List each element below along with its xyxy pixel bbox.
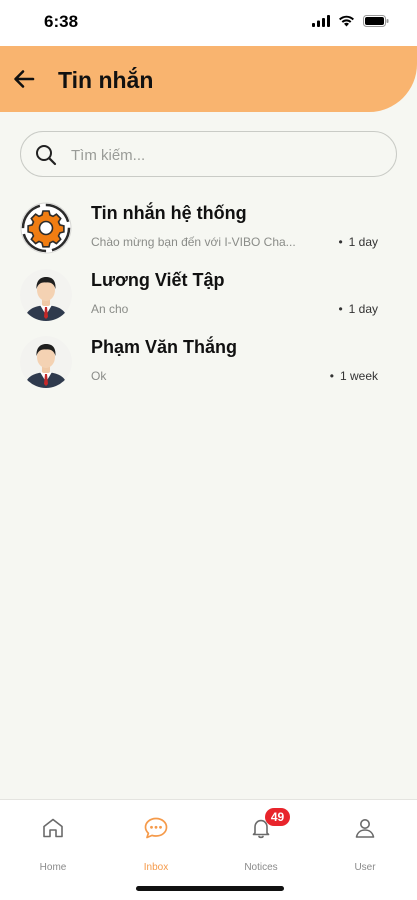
conversation-list: Tin nhắn hệ thống Chào mừng bạn đến với … <box>0 194 417 395</box>
search-icon <box>36 145 57 166</box>
tab-label: Notices <box>244 862 278 873</box>
wifi-icon <box>339 15 354 27</box>
tab-user[interactable]: User <box>330 816 400 873</box>
chat-icon <box>144 817 168 839</box>
page-title: Tin nhắn <box>58 67 154 93</box>
notification-badge: 49 <box>265 808 290 826</box>
conversation-time: 1 day <box>338 302 378 316</box>
conversation-name: Phạm Văn Thắng <box>91 337 238 357</box>
conversation-item[interactable]: Tin nhắn hệ thống Chào mừng bạn đến với … <box>0 194 417 261</box>
bottom-tab-bar: Home Inbox 49 Notices User <box>0 799 417 900</box>
conversation-preview: An cho <box>91 302 129 316</box>
conversation-preview: Ok <box>91 369 107 383</box>
tab-label: Inbox <box>143 862 169 873</box>
user-avatar <box>20 336 72 388</box>
arrow-left-icon <box>14 70 35 88</box>
person-avatar-icon <box>20 336 72 388</box>
conversation-time: 1 day <box>338 235 378 249</box>
battery-icon <box>363 15 389 27</box>
status-icons <box>312 15 389 27</box>
gear-icon <box>20 202 72 254</box>
tab-inbox[interactable]: Inbox <box>121 816 191 873</box>
tab-home[interactable]: Home <box>18 816 88 873</box>
home-indicator <box>136 886 284 891</box>
back-button[interactable] <box>10 65 38 93</box>
search-bar[interactable] <box>20 131 397 177</box>
signal-icon <box>312 15 330 27</box>
conversation-name: Lương Viết Tập <box>91 270 225 290</box>
user-icon <box>355 819 375 838</box>
conversation-time: 1 week <box>330 369 378 383</box>
conversation-item[interactable]: Phạm Văn Thắng Ok 1 week <box>0 328 417 395</box>
header: Tin nhắn <box>0 46 417 112</box>
conversation-item[interactable]: Lương Viết Tập An cho 1 day <box>0 261 417 328</box>
home-icon <box>43 818 63 838</box>
user-avatar <box>20 269 72 321</box>
tab-label: Home <box>39 862 67 873</box>
system-avatar <box>20 202 72 254</box>
status-time: 6:38 <box>44 12 79 31</box>
tab-label: User <box>354 862 376 873</box>
conversation-name: Tin nhắn hệ thống <box>91 203 247 223</box>
search-input[interactable] <box>71 143 381 167</box>
person-avatar-icon <box>20 269 72 321</box>
tab-notices[interactable]: 49 Notices <box>226 808 296 873</box>
status-bar: 6:38 <box>0 0 417 46</box>
conversation-preview: Chào mừng bạn đến với I-VIBO Cha... <box>91 235 296 249</box>
